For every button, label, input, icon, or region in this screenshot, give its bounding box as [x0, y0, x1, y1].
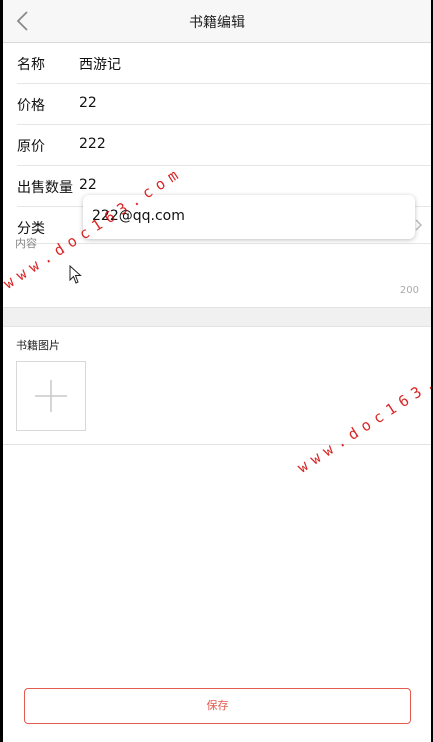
add-image-button[interactable]: [16, 361, 86, 431]
price-field[interactable]: 22: [79, 95, 97, 111]
plus-icon: [35, 380, 67, 412]
original-price-row[interactable]: 原价 222: [17, 125, 431, 166]
book-images-title: 书籍图片: [16, 339, 60, 352]
navigation-bar: 书籍编辑: [3, 0, 431, 43]
name-label: 名称: [17, 57, 45, 73]
char-limit-counter: 200: [399, 285, 419, 296]
sold-quantity-label: 出售数量: [17, 180, 73, 196]
section-divider: [3, 308, 431, 327]
name-row[interactable]: 名称 西游记: [17, 43, 431, 84]
original-price-label: 原价: [17, 139, 45, 155]
sold-quantity-field[interactable]: 22: [79, 177, 97, 193]
price-row[interactable]: 价格 22: [17, 84, 431, 125]
name-field[interactable]: 西游记: [79, 54, 121, 74]
price-label: 价格: [17, 98, 45, 114]
phone-screen: 书籍编辑 名称 西游记 价格 22 原价 222 出售数量 22 分类 200: [3, 0, 431, 742]
original-price-field[interactable]: 222: [79, 136, 106, 152]
page-title: 书籍编辑: [189, 15, 245, 31]
mouse-pointer-icon: [69, 265, 82, 284]
save-button[interactable]: 保存: [24, 688, 411, 724]
